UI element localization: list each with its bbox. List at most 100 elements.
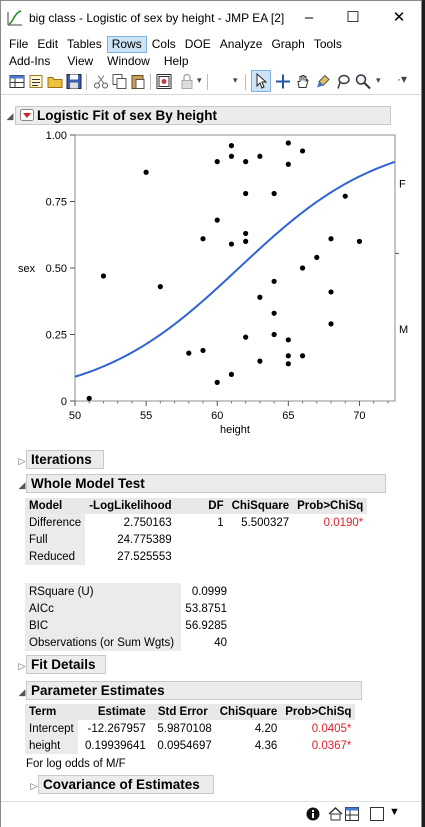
fit-details-header[interactable]: Fit Details bbox=[26, 655, 106, 674]
data-point bbox=[328, 236, 334, 242]
maximize-button[interactable]: ☐ bbox=[331, 4, 375, 32]
table-row: Reduced 27.525553 bbox=[25, 548, 367, 565]
data-point bbox=[243, 230, 249, 237]
menu-tools[interactable]: Tools bbox=[310, 36, 346, 53]
stat-value: 53.8751 bbox=[185, 602, 227, 615]
chevron-down-icon[interactable]: ▾ bbox=[197, 75, 202, 86]
menu-rows[interactable]: Rows bbox=[106, 36, 147, 53]
close-button[interactable]: ✕ bbox=[377, 4, 421, 32]
menu-analyze[interactable]: Analyze bbox=[216, 36, 267, 53]
toolbar-separator bbox=[86, 74, 87, 90]
df-value: 1 bbox=[217, 516, 224, 529]
lasso-tool-icon[interactable] bbox=[335, 73, 351, 90]
y-tick-label: 0.50 bbox=[46, 263, 67, 275]
hand-tool-icon[interactable] bbox=[295, 73, 311, 90]
title-bar[interactable]: big class - Logistic of sex by height - … bbox=[1, 1, 421, 35]
checkbox-icon[interactable] bbox=[370, 807, 384, 821]
column-header: Model bbox=[25, 498, 86, 514]
arrow-tool-button[interactable] bbox=[251, 70, 271, 92]
column-header: Estimate bbox=[77, 704, 150, 720]
dropdown-arrow-icon[interactable]: ▼ bbox=[389, 806, 400, 818]
table-row: Full 24.775389 bbox=[25, 531, 367, 548]
covariance-header[interactable]: Covariance of Estimates bbox=[38, 775, 214, 794]
menu-file[interactable]: File bbox=[5, 36, 32, 53]
info-icon[interactable] bbox=[306, 807, 320, 821]
data-point bbox=[86, 395, 92, 401]
data-point bbox=[243, 334, 249, 340]
logistic-plot[interactable]: 0 0.25 0.50 0.75 1.00 50 55 60 65 70 height sex F M bbox=[1, 97, 421, 442]
data-point bbox=[214, 379, 220, 385]
menu-view[interactable]: View bbox=[63, 53, 97, 70]
data-point bbox=[243, 190, 249, 197]
term-label: height bbox=[25, 737, 78, 754]
new-script-icon[interactable] bbox=[28, 73, 44, 90]
column-header: Term bbox=[25, 704, 78, 720]
log-odds-note: For log odds of M/F bbox=[26, 758, 126, 770]
whole-model-test-header[interactable]: Whole Model Test bbox=[26, 474, 386, 493]
menu-edit[interactable]: Edit bbox=[33, 36, 62, 53]
menu-window[interactable]: Window bbox=[103, 53, 154, 70]
arrow-tool-icon bbox=[256, 73, 268, 89]
data-point bbox=[271, 310, 277, 316]
menu-tables[interactable]: Tables bbox=[63, 36, 106, 53]
model-label: Reduced bbox=[25, 548, 86, 565]
column-header: -LogLikelihood bbox=[85, 498, 176, 514]
paste-icon[interactable] bbox=[130, 73, 146, 90]
data-point bbox=[243, 159, 249, 165]
menu-graph[interactable]: Graph bbox=[267, 36, 308, 53]
loglik-value: 27.525553 bbox=[117, 550, 172, 563]
estimate-value: 0.19939641 bbox=[84, 739, 146, 752]
data-point bbox=[257, 153, 263, 159]
brush-tool-icon[interactable] bbox=[315, 73, 331, 90]
table-row: RSquare (U) 0.0999 bbox=[25, 583, 231, 600]
whole-model-table: Model -LogLikelihood DF ChiSquare Prob>C… bbox=[25, 498, 368, 565]
iterations-header[interactable]: Iterations bbox=[26, 450, 104, 469]
chevron-down-icon[interactable]: ▾ bbox=[233, 75, 238, 86]
chisq-value: 4.36 bbox=[254, 739, 278, 752]
data-point bbox=[228, 241, 235, 247]
stderr-value: 0.0954697 bbox=[157, 739, 212, 752]
fit-stats-table: RSquare (U) 0.0999 AICc 53.8751 BIC 56.9… bbox=[25, 583, 231, 651]
menu-add-ins[interactable]: Add-Ins bbox=[5, 53, 54, 70]
parameter-estimates-table: Term Estimate Std Error ChiSquare Prob>C… bbox=[25, 704, 356, 754]
menu-row-2: Add-Ins View Window Help bbox=[5, 53, 194, 70]
prob-value: 0.0405* bbox=[311, 722, 352, 735]
table-header-row: Term Estimate Std Error ChiSquare Prob>C… bbox=[25, 704, 356, 720]
menu-doe[interactable]: DOE bbox=[181, 36, 215, 53]
y-tick-label: 0.75 bbox=[46, 197, 67, 209]
data-point bbox=[328, 289, 334, 295]
stat-label: RSquare (U) bbox=[25, 583, 181, 600]
cut-icon[interactable] bbox=[93, 73, 109, 90]
save-icon[interactable] bbox=[66, 73, 82, 90]
stat-label: AICc bbox=[25, 600, 181, 617]
copy-icon[interactable] bbox=[112, 73, 128, 90]
y-tick-label: 1.00 bbox=[46, 130, 67, 142]
plot-frame bbox=[74, 134, 396, 402]
menu-help[interactable]: Help bbox=[160, 53, 193, 70]
minimize-button[interactable]: – bbox=[287, 4, 331, 32]
chisq-value: 4.20 bbox=[254, 722, 278, 735]
crosshair-tool-icon[interactable] bbox=[275, 73, 291, 90]
parameter-estimates-header[interactable]: Parameter Estimates bbox=[26, 681, 362, 700]
loglik-value: 2.750163 bbox=[123, 516, 172, 529]
table-row: AICc 53.8751 bbox=[25, 600, 231, 617]
chevron-down-icon[interactable]: ▾ bbox=[376, 75, 381, 86]
data-point bbox=[314, 254, 320, 260]
journal-icon[interactable] bbox=[156, 73, 172, 90]
more-tools-icon[interactable]: ·▾ bbox=[397, 72, 407, 86]
table-icon[interactable] bbox=[345, 807, 359, 821]
data-point bbox=[285, 337, 291, 343]
home-icon[interactable] bbox=[328, 807, 343, 821]
open-icon[interactable] bbox=[47, 73, 63, 90]
chisq-value: 5.500327 bbox=[241, 516, 290, 529]
column-header: ChiSquare bbox=[215, 704, 282, 720]
menu-row-1: File Edit Tables Rows Cols DOE Analyze G… bbox=[5, 36, 347, 53]
table-row: Difference 2.750163 1 5.500327 0.0190* bbox=[25, 514, 367, 531]
magnifier-tool-icon[interactable] bbox=[355, 73, 371, 90]
column-header: DF bbox=[175, 498, 228, 514]
lock-icon[interactable] bbox=[179, 73, 195, 90]
data-point bbox=[285, 353, 291, 359]
data-point bbox=[143, 169, 149, 175]
menu-cols[interactable]: Cols bbox=[148, 36, 180, 53]
new-table-icon[interactable] bbox=[9, 73, 25, 90]
